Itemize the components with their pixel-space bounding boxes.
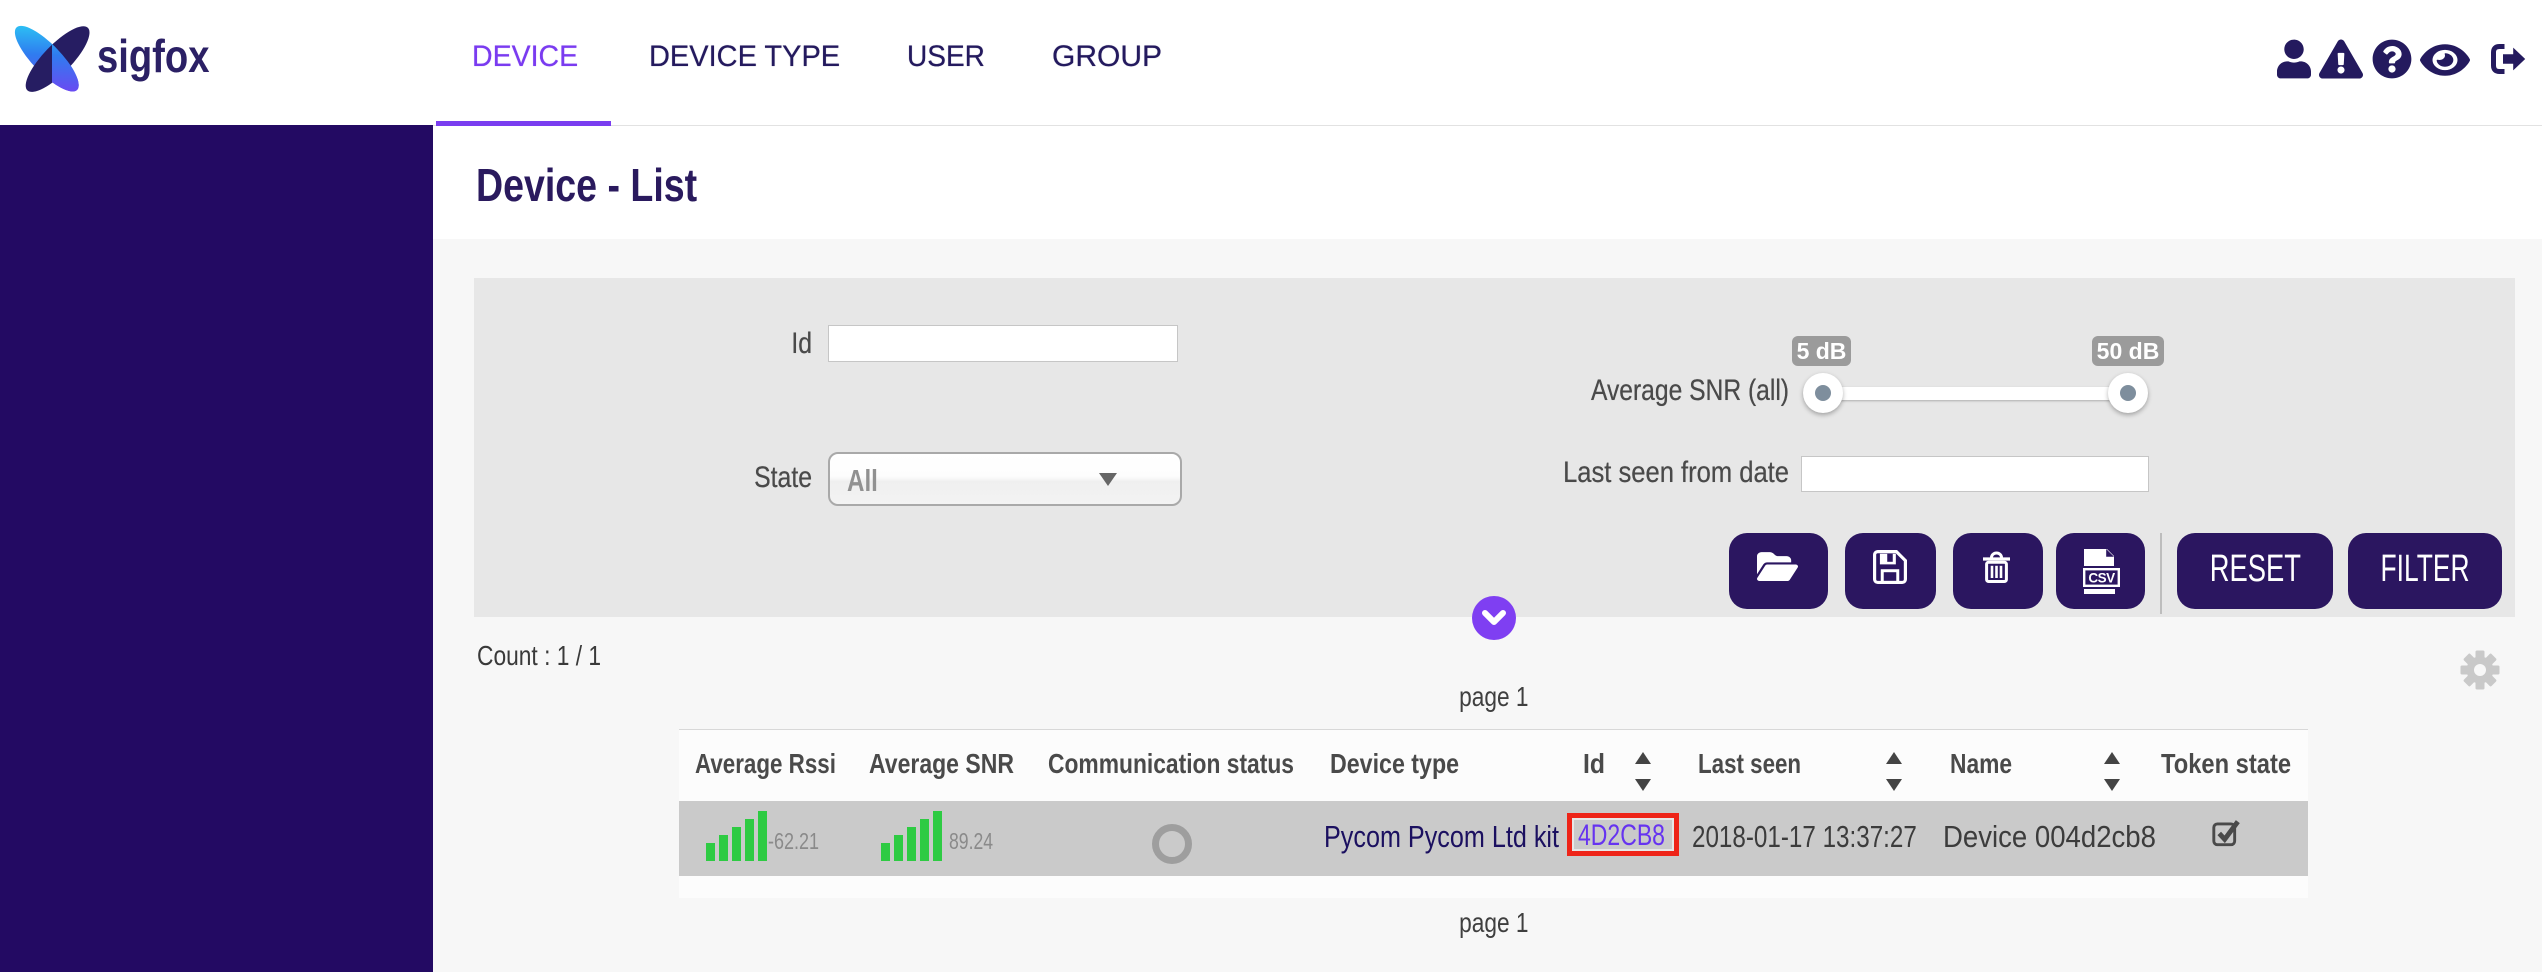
svg-text:CSV: CSV: [2088, 571, 2115, 586]
